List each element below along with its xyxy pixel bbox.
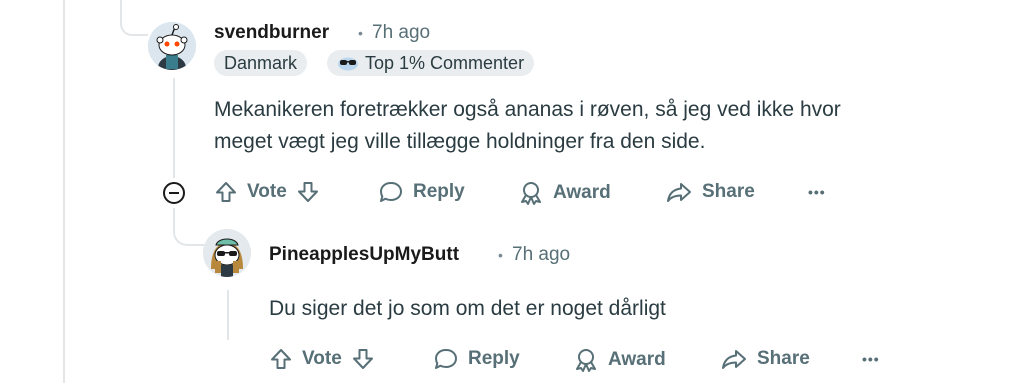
reply-bubble-icon (380, 182, 402, 202)
comment1-username[interactable]: svendburner (214, 22, 329, 44)
more-options-icon: ••• (862, 351, 880, 367)
comment2-upvote-button[interactable]: Vote (269, 347, 375, 371)
comment1-reply-button[interactable]: Reply (378, 180, 465, 204)
downvote-icon[interactable] (296, 180, 320, 204)
comment1-thread-line[interactable] (173, 78, 175, 178)
comment2-vote-label: Vote (302, 348, 342, 369)
award-icon (521, 182, 541, 205)
country-flair-label: Danmark (224, 53, 298, 73)
top-commenter-label: Top 1% Commenter (365, 53, 525, 73)
comment2-body: Du siger det jo som om det er noget dårl… (269, 297, 666, 320)
top-commenter-badge[interactable]: Top 1% Commenter (327, 50, 535, 76)
avatar-pineapplesupmybutt[interactable] (203, 229, 251, 277)
comment2-reply-label: Reply (468, 348, 520, 369)
reply-thread-curve (173, 208, 205, 246)
comment2-separator: • (498, 247, 503, 263)
upvote-icon[interactable] (269, 347, 293, 371)
comment1-reply-label: Reply (413, 181, 465, 202)
comment1-share-button[interactable]: Share (665, 180, 755, 204)
comment2-share-button[interactable]: Share (720, 347, 810, 371)
comment1-body-line2: meget vægt jeg ville tillægge holdninger… (214, 130, 706, 153)
comment1-award-label: Award (553, 182, 611, 203)
parent-thread-branch (120, 0, 122, 22)
comment2-more-options-button[interactable]: ••• (862, 351, 880, 367)
comment1-award-button[interactable]: Award (518, 180, 611, 206)
comment1-body-line1: Mekanikeren foretrækker også ananas i rø… (214, 98, 841, 121)
comment1-separator: • (358, 25, 363, 41)
comment2-timestamp[interactable]: 7h ago (512, 244, 570, 266)
comment1-vote-label: Vote (247, 181, 287, 202)
parent-thread-curve (120, 20, 148, 36)
snoo-avatar-icon (148, 22, 196, 70)
share-icon (667, 183, 691, 202)
collapse-thread-button[interactable] (163, 182, 185, 204)
upvote-icon[interactable] (214, 180, 238, 204)
comment1-more-options-button[interactable]: ••• (808, 184, 826, 200)
comment2-award-button[interactable]: Award (573, 347, 666, 373)
comment2-username[interactable]: PineapplesUpMyButt (269, 244, 459, 266)
comment1-share-label: Share (702, 181, 755, 202)
more-options-icon: ••• (808, 184, 826, 200)
snoo-avatar-icon (203, 229, 251, 277)
country-flair: Danmark (214, 50, 308, 76)
comment2-thread-line (227, 290, 229, 340)
comment2-award-label: Award (608, 349, 666, 370)
sunglasses-badge-icon (338, 57, 358, 71)
comment2-reply-button[interactable]: Reply (433, 347, 520, 371)
share-icon (722, 350, 746, 369)
avatar-svendburner[interactable] (148, 22, 196, 70)
award-icon (576, 349, 596, 372)
outer-thread-line (63, 0, 65, 383)
reply-bubble-icon (435, 349, 457, 369)
comment1-timestamp[interactable]: 7h ago (372, 22, 430, 44)
downvote-icon[interactable] (351, 347, 375, 371)
comment2-share-label: Share (757, 348, 810, 369)
comment1-upvote-button[interactable]: Vote (214, 180, 320, 204)
